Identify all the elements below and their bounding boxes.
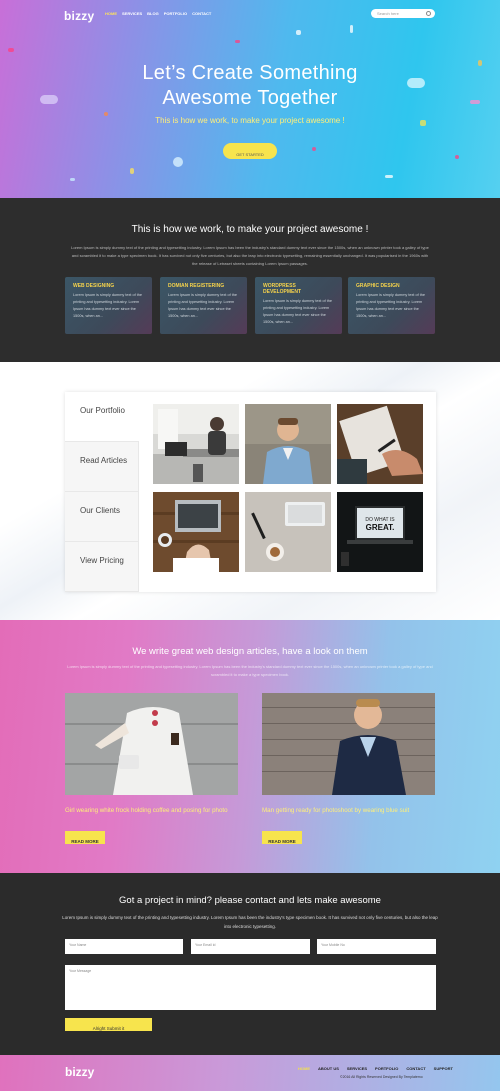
nav-item-blog[interactable]: BLOG	[147, 11, 159, 16]
article-caption[interactable]: Man getting ready for photoshoot by wear…	[262, 806, 437, 815]
footer: bizzy HOME ABOUT US SERVICES PORTFOLIO C…	[0, 1055, 500, 1091]
name-placeholder: Your Name	[69, 943, 87, 947]
service-title: WEB DESIGNING	[73, 283, 115, 289]
nav-item-contact[interactable]: CONTACT	[192, 11, 211, 16]
search-icon[interactable]	[426, 11, 431, 16]
tab-label: Our Clients	[80, 506, 121, 515]
footer-logo[interactable]: bizzy	[65, 1065, 94, 1079]
footer-links: HOME ABOUT US SERVICES PORTFOLIO CONTACT…	[298, 1066, 453, 1071]
nav-item-home[interactable]: HOME	[105, 11, 117, 16]
service-card-graphic-design[interactable]: GRAPHIC DESIGN Lorem Ipsum is simply dum…	[348, 277, 435, 334]
portfolio-image-office[interactable]	[153, 404, 239, 484]
message-placeholder: Your Message	[69, 969, 92, 973]
get-started-label: GET STARTED	[236, 151, 264, 157]
footer-link-contact[interactable]: CONTACT	[406, 1066, 425, 1071]
search-placeholder: Search here	[377, 11, 399, 16]
service-title: WORDPRESS DEVELOPMENT	[263, 283, 302, 295]
message-field[interactable]: Your Message	[65, 965, 436, 1010]
nav-links: HOME SERVICES BLOG PORTFOLIO CONTACT	[105, 11, 211, 16]
services-heading: This is how we work, to make your projec…	[131, 224, 369, 235]
footer-link-services[interactable]: SERVICES	[347, 1066, 367, 1071]
footer-link-home[interactable]: HOME	[298, 1066, 310, 1071]
tab-our-portfolio[interactable]: Our Portfolio	[65, 392, 139, 442]
read-more-label: READ MORE	[71, 839, 99, 844]
hero-section: bizzy HOME SERVICES BLOG PORTFOLIO CONTA…	[0, 0, 500, 198]
hero-title-line2: Awesome Together	[162, 87, 338, 109]
portfolio-section: Our Portfolio Read Articles Our Clients …	[0, 362, 500, 620]
article-image-girl[interactable]	[65, 693, 238, 795]
mobile-placeholder: Your Mobile No	[321, 943, 345, 947]
name-field[interactable]: Your Name	[65, 939, 183, 954]
service-title: GRAPHIC DESIGN	[356, 283, 400, 289]
hero-subtitle: This is how we work, to make your projec…	[155, 116, 345, 125]
service-card-domain-registering[interactable]: DOMIAN REGISTERING Lorem Ipsum is simply…	[160, 277, 247, 334]
articles-heading: We write great web design articles, have…	[132, 646, 368, 657]
hero-title-line1: Let’s Create Something	[142, 62, 358, 84]
services-section: This is how we work, to make your projec…	[0, 198, 500, 362]
top-nav: bizzy HOME SERVICES BLOG PORTFOLIO CONTA…	[0, 7, 500, 23]
service-card-web-designing[interactable]: WEB DESIGNING Lorem Ipsum is simply dumm…	[65, 277, 152, 334]
email-placeholder: Your Email id	[195, 943, 216, 947]
footer-link-portfolio[interactable]: PORTFOLIO	[375, 1066, 398, 1071]
footer-link-support[interactable]: SUPPORT	[434, 1066, 453, 1071]
article-image-man[interactable]	[262, 693, 435, 795]
mobile-field[interactable]: Your Mobile No	[317, 939, 436, 954]
portfolio-image-man[interactable]	[245, 404, 331, 484]
read-more-button[interactable]: READ MORE	[65, 831, 105, 844]
read-more-label: READ MORE	[268, 839, 296, 844]
portfolio-card: Our Portfolio Read Articles Our Clients …	[65, 392, 436, 592]
service-text: Lorem Ipsum is simply dummy text of the …	[356, 293, 425, 318]
hero-title: Let’s Create Something Awesome Together	[0, 61, 500, 111]
service-text: Lorem Ipsum is simply dummy text of the …	[263, 299, 332, 324]
tab-label: View Pricing	[80, 556, 124, 565]
nav-item-portfolio[interactable]: PORTFOLIO	[164, 11, 187, 16]
tab-label: Our Portfolio	[80, 406, 125, 415]
email-field[interactable]: Your Email id	[191, 939, 310, 954]
brand-logo[interactable]: bizzy	[64, 9, 94, 23]
submit-button[interactable]: Alright Submit it	[65, 1018, 152, 1031]
footer-link-about[interactable]: ABOUT US	[318, 1066, 339, 1071]
contact-lead: Lorem Ipsum is simply dummy text of the …	[62, 915, 438, 929]
articles-lead: Lorem Ipsum is simply dummy text of the …	[67, 664, 433, 677]
search-input[interactable]: Search here	[371, 9, 435, 18]
service-card-wordpress-development[interactable]: WORDPRESS DEVELOPMENT Lorem Ipsum is sim…	[255, 277, 342, 334]
portfolio-image-great[interactable]: DO WHAT IS GREAT.	[337, 492, 423, 572]
tab-read-articles[interactable]: Read Articles	[65, 442, 139, 492]
contact-section: Got a project in mind? please contact an…	[0, 873, 500, 1055]
contact-heading: Got a project in mind? please contact an…	[119, 895, 381, 906]
service-text: Lorem Ipsum is simply dummy text of the …	[168, 293, 237, 318]
portfolio-image-writing[interactable]	[337, 404, 423, 484]
services-lead: Lorem Ipsum is simply dummy text of the …	[71, 245, 429, 266]
submit-label: Alright Submit it	[92, 1026, 125, 1031]
read-more-button[interactable]: READ MORE	[262, 831, 302, 844]
tab-label: Read Articles	[80, 456, 128, 465]
tab-our-clients[interactable]: Our Clients	[65, 492, 139, 542]
tab-view-pricing[interactable]: View Pricing	[65, 542, 139, 592]
service-title: DOMIAN REGISTERING	[168, 283, 225, 289]
portfolio-image-laptop[interactable]	[153, 492, 239, 572]
service-text: Lorem Ipsum is simply dummy text of the …	[73, 293, 142, 318]
copyright-text: ©2016 All Rights Reserved Designed By Te…	[340, 1075, 423, 1079]
article-caption[interactable]: Girl wearing white frock holding coffee …	[65, 806, 240, 815]
nav-item-services[interactable]: SERVICES	[122, 11, 142, 16]
articles-section: We write great web design articles, have…	[0, 620, 500, 873]
laptop-screen-text-line2: GREAT.	[366, 523, 395, 532]
get-started-button[interactable]: GET STARTED	[223, 143, 277, 159]
portfolio-image-desk[interactable]	[245, 492, 331, 572]
